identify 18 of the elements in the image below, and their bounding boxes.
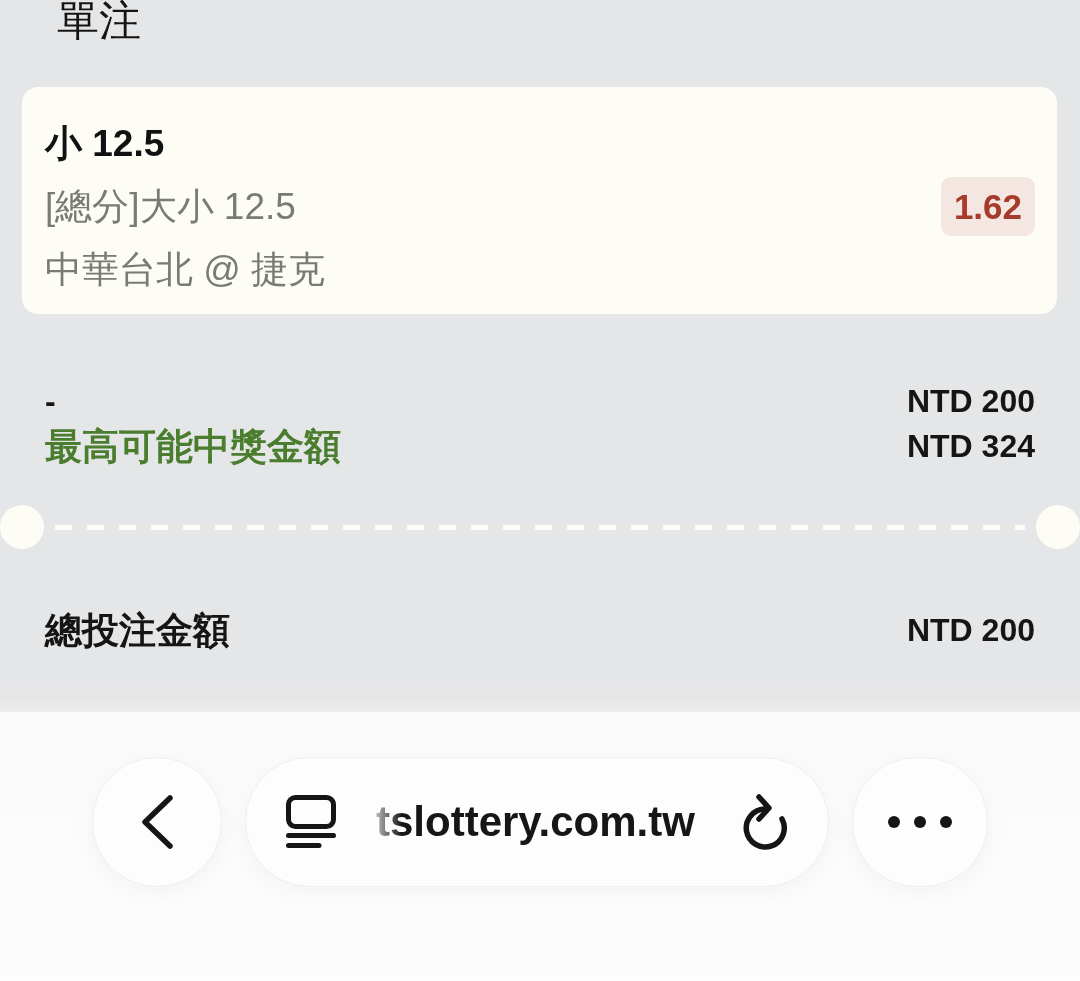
ticket-notch-icon xyxy=(0,505,44,549)
more-icon[interactable] xyxy=(888,816,952,828)
address-bar[interactable]: tslottery.com.tw xyxy=(245,757,829,887)
market-label: [總分]大小 12.5 xyxy=(45,185,296,229)
amount-value: NTD 324 xyxy=(906,427,1035,466)
total-stake-value: NTD 200 xyxy=(906,611,1035,650)
ticket-notch-icon xyxy=(1036,505,1080,549)
reload-icon[interactable] xyxy=(741,793,789,851)
amount-value: NTD 200 xyxy=(906,382,1035,421)
odds-badge: 1.62 xyxy=(940,177,1035,236)
url-text[interactable]: tslottery.com.tw xyxy=(376,798,695,846)
match-label: 中華台北 @ 捷克 xyxy=(45,248,326,292)
total-stake-label: 總投注金額 xyxy=(45,609,230,653)
reader-icon[interactable] xyxy=(286,795,336,849)
selection-title: 小 12.5 xyxy=(45,122,165,166)
max-payout-label: 最高可能中獎金額 xyxy=(45,425,341,469)
stake-label: - xyxy=(45,382,56,421)
back-icon[interactable] xyxy=(139,794,175,850)
